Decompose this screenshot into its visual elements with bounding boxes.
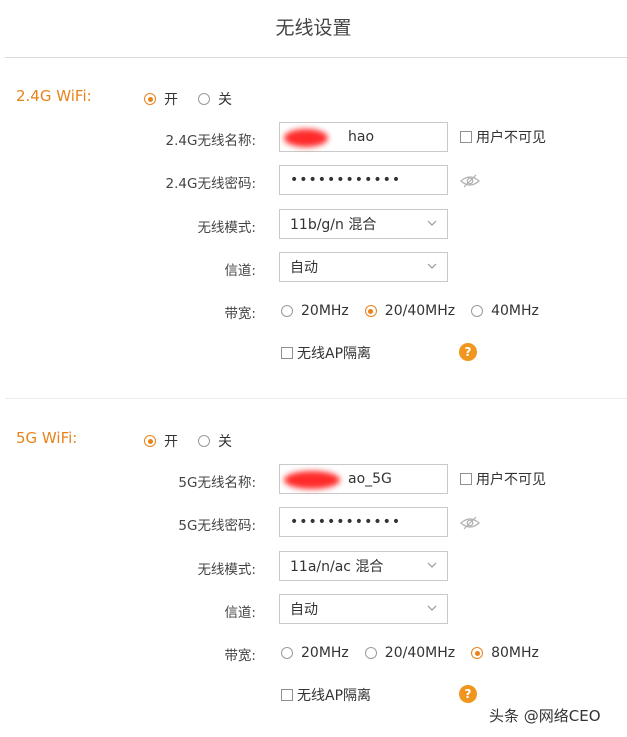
radio-checked-icon — [471, 647, 484, 659]
checkbox-label: 无线AP隔离 — [297, 688, 372, 704]
watermark: 头条 @网络CEO — [489, 707, 601, 725]
help-icon[interactable]: ? — [459, 685, 477, 703]
wifi-5g-section: 5G WiFi: 开 关 5G无线名称: 用户不可见 5G无线密码: •••••… — [0, 0, 627, 737]
wifi-5g-bandwidth-group: 20MHz 20/40MHz 80MHz — [281, 645, 539, 661]
radio-unchecked-icon — [281, 647, 293, 659]
wifi-5g-power-on[interactable]: 开 — [144, 431, 178, 451]
eye-hidden-icon[interactable] — [460, 516, 480, 530]
chevron-down-icon — [427, 605, 437, 611]
checkbox-unchecked-icon — [281, 689, 293, 701]
radio-label: 关 — [218, 434, 232, 450]
wifi-5g-mode-label: 无线模式: — [197, 562, 256, 578]
wifi-5g-mode-select[interactable]: 11a/n/ac 混合 — [279, 551, 448, 581]
radio-checked-icon — [144, 435, 156, 447]
wifi-5g-hide-ssid-checkbox[interactable]: 用户不可见 — [460, 469, 546, 489]
radio-label: 80MHz — [491, 645, 539, 661]
wifi-5g-password-label: 5G无线密码: — [178, 518, 256, 534]
wifi-5g-channel-select[interactable]: 自动 — [279, 594, 448, 624]
wifi-5g-bandwidth-label: 带宽: — [224, 648, 256, 664]
wifi-5g-ssid-label: 5G无线名称: — [178, 475, 256, 491]
wifi-5g-bandwidth-20-40[interactable]: 20/40MHz — [364, 645, 456, 661]
radio-unchecked-icon — [364, 647, 377, 659]
radio-label: 20MHz — [301, 645, 349, 661]
checkbox-unchecked-icon — [460, 473, 472, 485]
wifi-5g-password-field[interactable]: •••••••••••• — [279, 507, 448, 537]
wifi-5g-power-off[interactable]: 关 — [198, 431, 232, 451]
select-value: 11a/n/ac 混合 — [290, 559, 384, 575]
wifi-5g-password-value[interactable]: •••••••••••• — [290, 514, 401, 530]
chevron-down-icon — [427, 562, 437, 568]
wifi-5g-bandwidth-80[interactable]: 80MHz — [471, 645, 539, 661]
wifi-5g-label: 5G WiFi: — [16, 429, 78, 447]
wifi-5g-ap-isolation-checkbox[interactable]: 无线AP隔离 — [281, 685, 371, 705]
wifi-5g-bandwidth-20[interactable]: 20MHz — [281, 645, 349, 661]
radio-label: 20/40MHz — [384, 645, 456, 661]
wifi-5g-channel-label: 信道: — [224, 605, 256, 621]
wifi-5g-ssid-field[interactable] — [279, 464, 498, 494]
radio-label: 开 — [164, 434, 178, 450]
redaction-mark — [284, 471, 340, 489]
wifi-5g-power-group: 开 关 — [144, 431, 232, 451]
select-value: 自动 — [290, 602, 318, 618]
checkbox-label: 用户不可见 — [476, 472, 546, 488]
radio-unchecked-icon — [198, 435, 210, 447]
